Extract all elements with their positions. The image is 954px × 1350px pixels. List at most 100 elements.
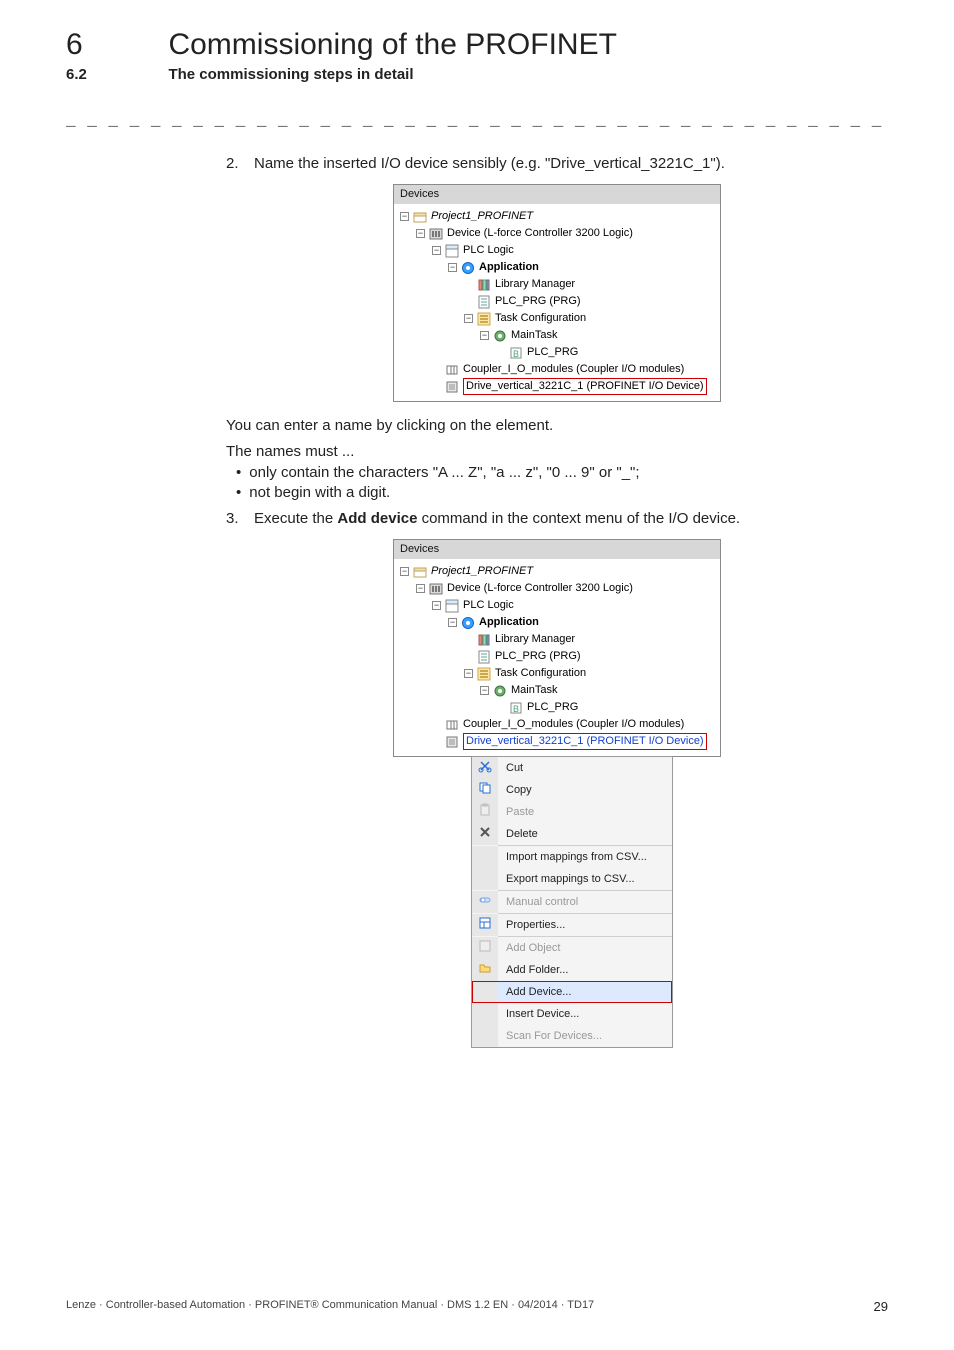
- ctx-delete[interactable]: Delete: [472, 823, 672, 845]
- ctx-add-folder-label: Add Folder...: [498, 963, 672, 978]
- tree-plc-logic-2[interactable]: − PLC Logic: [400, 597, 714, 614]
- toggle-icon[interactable]: −: [464, 314, 473, 323]
- tree-root[interactable]: − Project1_PROFINET: [400, 208, 714, 225]
- tree-root-label: Project1_PROFINET: [431, 209, 533, 224]
- ctx-add-device[interactable]: Add Device...: [472, 981, 672, 1003]
- task-config-icon: [477, 312, 491, 326]
- ctx-manual-control[interactable]: Manual control: [472, 891, 672, 913]
- tree-application[interactable]: − Application: [400, 259, 714, 276]
- prg-icon: [477, 650, 491, 664]
- gear-icon: [493, 684, 507, 698]
- ctx-cut-label: Cut: [498, 761, 672, 776]
- ctx-export-csv[interactable]: Export mappings to CSV...: [472, 868, 672, 890]
- step-2-text: Name the inserted I/O device sensibly (e…: [254, 154, 888, 174]
- tree-plc-prg-leaf-label: PLC_PRG: [527, 345, 578, 360]
- toggle-icon[interactable]: −: [400, 212, 409, 221]
- tree-maintask-2[interactable]: − MainTask: [400, 682, 714, 699]
- tree-coupler-label: Coupler_I_O_modules (Coupler I/O modules…: [463, 362, 684, 377]
- ctx-cut[interactable]: Cut: [472, 757, 672, 779]
- toggle-icon[interactable]: −: [432, 246, 441, 255]
- library-icon: [477, 278, 491, 292]
- tree-root-label-2: Project1_PROFINET: [431, 564, 533, 579]
- section-header: 6.2 The commissioning steps in detail: [66, 66, 888, 84]
- tree-drive-selected-2[interactable]: Drive_vertical_3221C_1 (PROFINET I/O Dev…: [400, 733, 714, 750]
- tree-root-2[interactable]: − Project1_PROFINET: [400, 563, 714, 580]
- toggle-icon[interactable]: −: [400, 567, 409, 576]
- ctx-insert-device[interactable]: Insert Device...: [472, 1003, 672, 1025]
- ctx-properties-label: Properties...: [498, 918, 672, 933]
- ctx-add-object-label: Add Object: [498, 941, 672, 956]
- coupler-icon: [445, 718, 459, 732]
- properties-icon: [478, 916, 492, 935]
- tree-library-manager[interactable]: Library Manager: [400, 276, 714, 293]
- name-rule-1: only contain the characters "A ... Z", "…: [226, 463, 888, 483]
- tree-plc-prg-label-2: PLC_PRG (PRG): [495, 649, 581, 664]
- gear-icon: [493, 329, 507, 343]
- ctx-scan-devices[interactable]: Scan For Devices...: [472, 1025, 672, 1047]
- cut-icon: [478, 759, 492, 778]
- chapter-number: 6: [66, 28, 164, 62]
- copy-icon: [478, 781, 492, 800]
- tree-plc-label-2: PLC Logic: [463, 598, 514, 613]
- toggle-icon[interactable]: −: [416, 584, 425, 593]
- ctx-delete-label: Delete: [498, 827, 672, 842]
- devices-pane-title: Devices: [394, 185, 720, 204]
- tree-device-2[interactable]: − Device (L-force Controller 3200 Logic): [400, 580, 714, 597]
- ctx-add-folder[interactable]: Add Folder...: [472, 959, 672, 981]
- tree-plc-prg-2[interactable]: PLC_PRG (PRG): [400, 648, 714, 665]
- tree-device-label: Device (L-force Controller 3200 Logic): [447, 226, 633, 241]
- tree-maintask[interactable]: − MainTask: [400, 327, 714, 344]
- tree-plc-logic[interactable]: − PLC Logic: [400, 242, 714, 259]
- tree-library-manager-2[interactable]: Library Manager: [400, 631, 714, 648]
- tree-plc-prg[interactable]: PLC_PRG (PRG): [400, 293, 714, 310]
- ctx-import-csv[interactable]: Import mappings from CSV...: [472, 846, 672, 868]
- names-must: The names must ...: [226, 442, 888, 462]
- tree-plc-prg-leaf-2[interactable]: B PLC_PRG: [400, 699, 714, 716]
- toggle-icon[interactable]: −: [448, 618, 457, 627]
- controller-icon: [429, 227, 443, 241]
- paste-icon: [478, 803, 492, 822]
- name-rule-2: not begin with a digit.: [226, 483, 888, 503]
- tree-library-label: Library Manager: [495, 277, 575, 292]
- plc-logic-icon: [445, 244, 459, 258]
- ctx-add-object[interactable]: Add Object: [472, 937, 672, 959]
- coupler-icon: [445, 363, 459, 377]
- ctx-copy[interactable]: Copy: [472, 779, 672, 801]
- section-title: The commissioning steps in detail: [168, 66, 413, 83]
- toggle-icon[interactable]: −: [464, 669, 473, 678]
- tree-coupler[interactable]: Coupler_I_O_modules (Coupler I/O modules…: [400, 361, 714, 378]
- svg-text:B: B: [513, 349, 519, 359]
- tree-drive-label: Drive_vertical_3221C_1 (PROFINET I/O Dev…: [463, 378, 707, 395]
- tree-task-config[interactable]: − Task Configuration: [400, 310, 714, 327]
- chapter-header: 6 Commissioning of the PROFINET: [66, 28, 888, 62]
- toggle-icon[interactable]: −: [480, 686, 489, 695]
- step-2-number: 2.: [226, 154, 254, 174]
- toggle-icon[interactable]: −: [432, 601, 441, 610]
- controller-icon: [429, 582, 443, 596]
- devices-pane-title-2: Devices: [394, 540, 720, 559]
- toggle-icon[interactable]: −: [448, 263, 457, 272]
- svg-text:B: B: [513, 704, 519, 714]
- tree-plc-prg-leaf[interactable]: B PLC_PRG: [400, 344, 714, 361]
- ctx-insert-device-label: Insert Device...: [498, 1007, 672, 1022]
- toggle-icon[interactable]: −: [480, 331, 489, 340]
- tree-application-2[interactable]: − Application: [400, 614, 714, 631]
- ctx-properties[interactable]: Properties...: [472, 914, 672, 936]
- project-icon: [413, 210, 427, 224]
- tree-application-label-2: Application: [479, 615, 539, 630]
- folder-icon: [478, 961, 492, 980]
- divider: _ _ _ _ _ _ _ _ _ _ _ _ _ _ _ _ _ _ _ _ …: [66, 112, 888, 130]
- step-3-number: 3.: [226, 509, 254, 529]
- tree-drive-selected[interactable]: Drive_vertical_3221C_1 (PROFINET I/O Dev…: [400, 378, 714, 395]
- screenshot-context-menu: Devices − Project1_PROFINET − Device (L-…: [226, 539, 888, 1053]
- ctx-paste[interactable]: Paste: [472, 801, 672, 823]
- toggle-icon[interactable]: −: [416, 229, 425, 238]
- io-device-icon: [445, 380, 459, 394]
- ctx-paste-label: Paste: [498, 805, 672, 820]
- tree-task-config-2[interactable]: − Task Configuration: [400, 665, 714, 682]
- tree-coupler-2[interactable]: Coupler_I_O_modules (Coupler I/O modules…: [400, 716, 714, 733]
- delete-icon: [478, 825, 492, 844]
- tree-device[interactable]: − Device (L-force Controller 3200 Logic): [400, 225, 714, 242]
- plc-logic-icon: [445, 599, 459, 613]
- tree-plc-prg-leaf-label-2: PLC_PRG: [527, 700, 578, 715]
